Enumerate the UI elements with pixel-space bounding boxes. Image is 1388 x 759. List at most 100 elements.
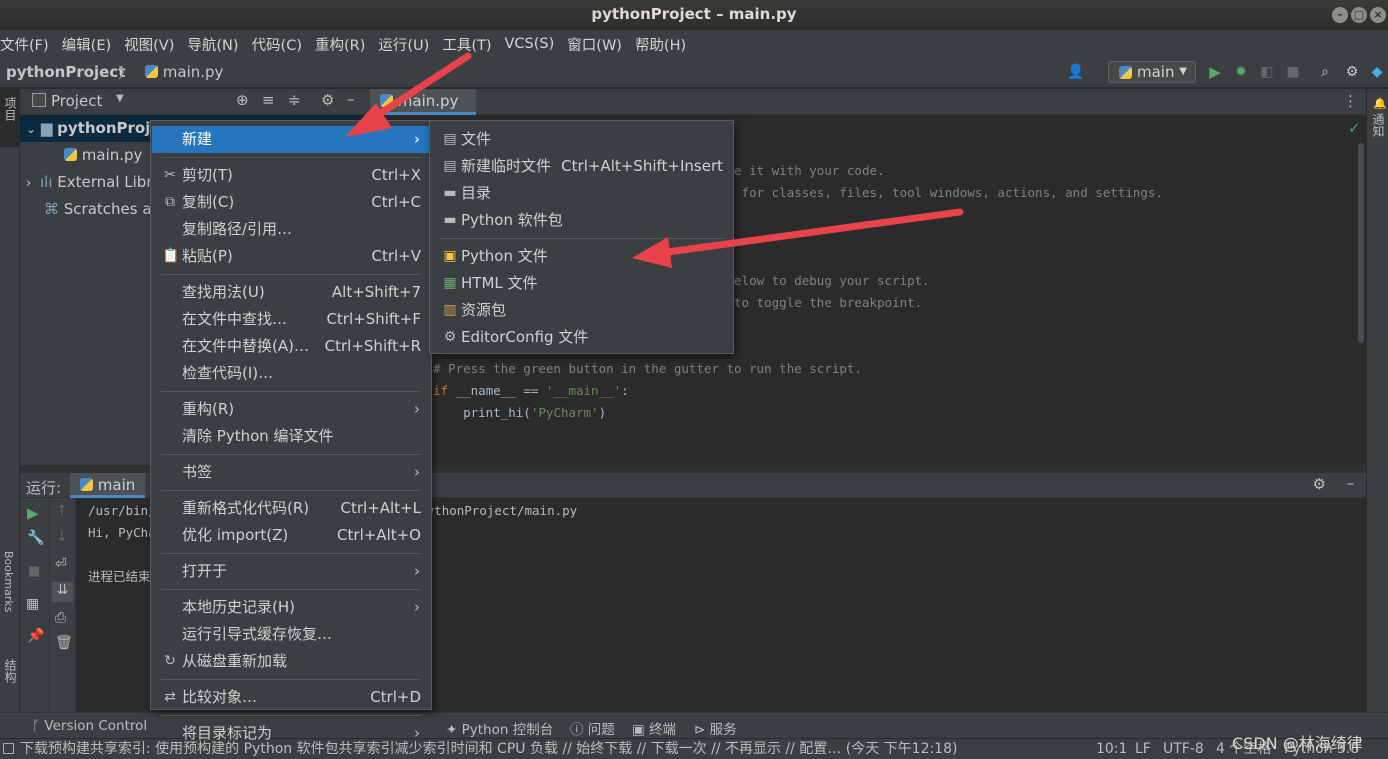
expand-all-icon[interactable]: ≡ xyxy=(262,91,275,109)
context-menu-item[interactable]: 检查代码(I)… xyxy=(152,360,430,387)
submenu-item[interactable]: ▥ 资源包 xyxy=(431,297,733,324)
tool-windows-icon[interactable] xyxy=(3,743,14,754)
submenu-item[interactable]: ▣ Python 文件 xyxy=(431,243,733,270)
chevron-down-icon[interactable]: ▼ xyxy=(116,93,124,104)
minimize-icon[interactable]: – xyxy=(1332,7,1348,23)
services-icon: ⊳ xyxy=(694,722,706,738)
context-menu-item[interactable]: 将目录标记为 › xyxy=(152,720,430,747)
context-menu-item[interactable]: 查找用法(U) Alt+Shift+7 xyxy=(152,279,430,306)
editor-tab-main-py[interactable]: main.py × xyxy=(370,89,476,133)
context-menu-item[interactable]: 复制路径/引用… xyxy=(152,216,430,243)
submenu-item[interactable]: ▦ HTML 文件 xyxy=(431,270,733,297)
breadcrumb-file[interactable]: main.py xyxy=(145,63,223,81)
submenu-item[interactable]: ▤ 新建临时文件 Ctrl+Alt+Shift+Insert xyxy=(431,153,733,180)
services-tab[interactable]: ⊳ 服务 xyxy=(694,718,737,738)
notifications-tool-button[interactable]: 通知 xyxy=(1370,113,1387,137)
chevron-down-icon[interactable]: ⌄ xyxy=(20,122,36,136)
wrench-icon[interactable]: 🔧 xyxy=(27,530,44,546)
problems-tab[interactable]: ⓘ 问题 xyxy=(570,718,615,738)
menu-item[interactable]: 窗口(W) xyxy=(567,34,629,55)
context-menu-item[interactable]: 重新格式化代码(R) Ctrl+Alt+L xyxy=(152,495,430,522)
coverage-icon[interactable]: ◧ xyxy=(1259,64,1275,80)
print-icon[interactable]: ⎙ xyxy=(55,610,66,626)
submenu-item[interactable]: ⚙ EditorConfig 文件 xyxy=(431,324,733,351)
account-icon[interactable]: 👤 xyxy=(1064,64,1088,80)
run-tab-main[interactable]: main xyxy=(70,473,146,498)
arrow-up-icon[interactable]: ↑ xyxy=(56,503,68,519)
python-console-tab[interactable]: ✦ Python 控制台 xyxy=(446,718,553,738)
context-menu-item[interactable]: ✂ 剪切(T) Ctrl+X xyxy=(152,162,430,189)
menu-item[interactable]: 代码(C) xyxy=(252,34,309,55)
menu-item-shortcut: Ctrl+Alt+O xyxy=(337,526,421,544)
trash-icon[interactable]: 🗑 xyxy=(55,635,73,651)
menu-item[interactable]: 导航(N) xyxy=(187,34,245,55)
hide-icon[interactable]: – xyxy=(347,90,355,108)
context-menu-item[interactable]: 清除 Python 编译文件 xyxy=(152,423,430,450)
search-icon[interactable]: ⌕ xyxy=(1317,64,1333,80)
caret-position[interactable]: 10:1 xyxy=(1096,739,1127,759)
soft-wrap-icon[interactable]: ⏎ xyxy=(55,556,67,572)
close-icon[interactable]: × xyxy=(1370,7,1386,23)
submenu-item[interactable]: ▬ Python 软件包 xyxy=(431,207,733,234)
context-menu-item[interactable]: 书签 › xyxy=(152,459,430,486)
maximize-icon[interactable]: □ xyxy=(1351,7,1367,23)
inspection-ok-icon[interactable]: ✓ xyxy=(1348,121,1360,137)
menu-item-label: 复制(C) xyxy=(182,193,235,211)
chevron-right-icon[interactable]: › xyxy=(26,176,31,191)
context-menu-item[interactable]: 重构(R) › xyxy=(152,396,430,423)
arrow-down-icon[interactable]: ↓ xyxy=(56,529,68,545)
menu-item[interactable]: 编辑(E) xyxy=(62,34,118,55)
context-menu-item[interactable]: ⇄ 比较对象… Ctrl+D xyxy=(152,684,430,711)
menu-item[interactable]: 视图(V) xyxy=(124,34,181,55)
context-menu-item[interactable]: 新建 › xyxy=(152,126,430,153)
context-menu-item[interactable]: 运行引导式缓存恢复… xyxy=(152,621,430,648)
context-menu-item[interactable]: ↻ 从磁盘重新加载 xyxy=(152,648,430,675)
menu-item[interactable]: VCS(S) xyxy=(505,36,562,52)
menu-item[interactable]: 运行(U) xyxy=(378,34,436,55)
pin-icon[interactable]: 📌 xyxy=(27,628,44,644)
project-panel-title[interactable]: Project xyxy=(51,92,102,110)
menu-item-icon: ▤ xyxy=(443,131,457,147)
locate-icon[interactable]: ⊕ xyxy=(236,91,249,109)
context-menu-item[interactable]: 在文件中替换(A)… Ctrl+Shift+R xyxy=(152,333,430,360)
menu-item[interactable]: 工具(T) xyxy=(442,34,498,55)
gear-icon[interactable]: ⚙ xyxy=(1344,64,1360,80)
stop-icon[interactable]: ■ xyxy=(28,564,40,579)
plugin-icon[interactable]: ◆ xyxy=(1369,64,1385,80)
bookmarks-tool-button[interactable]: Bookmarks xyxy=(2,551,15,612)
context-menu-item[interactable]: 打开于 › xyxy=(152,558,430,585)
file-encoding[interactable]: UTF-8 xyxy=(1163,739,1204,759)
menu-item[interactable]: 帮助(H) xyxy=(635,34,693,55)
context-menu-item[interactable]: 本地历史记录(H) › xyxy=(152,594,430,621)
run-icon[interactable]: ▶ xyxy=(1207,64,1223,80)
hide-icon[interactable]: – xyxy=(1347,474,1355,492)
menu-item-label: 文件 xyxy=(461,130,492,148)
breadcrumb-project[interactable]: pythonProject xyxy=(6,63,125,81)
rerun-icon[interactable]: ▶ xyxy=(27,504,39,522)
submenu-item[interactable]: ▬ 目录 xyxy=(431,180,733,207)
project-tool-button[interactable]: 项目 xyxy=(2,97,19,121)
editor-scrollbar[interactable] xyxy=(1358,143,1364,343)
terminal-tab[interactable]: ▣ 终端 xyxy=(632,718,676,738)
debug-icon[interactable]: ✹ xyxy=(1233,64,1249,80)
run-configuration-select[interactable]: main ▼ xyxy=(1108,61,1196,83)
menu-item-label: 从磁盘重新加载 xyxy=(182,652,288,670)
menu-item[interactable]: 文件(F) xyxy=(0,34,56,55)
context-menu-item[interactable]: 📋 粘贴(P) Ctrl+V xyxy=(152,243,430,270)
stop-icon[interactable]: ■ xyxy=(1285,64,1301,80)
structure-tool-button[interactable]: 结构 xyxy=(2,659,19,683)
line-separator[interactable]: LF xyxy=(1135,739,1151,759)
menu-item[interactable]: 重构(R) xyxy=(315,34,372,55)
collapse-all-icon[interactable]: ≑ xyxy=(288,91,301,109)
gear-icon[interactable]: ⚙ xyxy=(1313,475,1326,493)
layout-icon[interactable]: ▦ xyxy=(26,596,39,612)
scroll-to-end-icon[interactable]: ⇊ xyxy=(52,582,73,602)
menu-item-label: 重新格式化代码(R) xyxy=(182,499,310,517)
more-options-icon[interactable]: ⋮ xyxy=(1343,92,1358,110)
context-menu-item[interactable]: 在文件中查找… Ctrl+Shift+F xyxy=(152,306,430,333)
context-menu-item[interactable]: 优化 import(Z) Ctrl+Alt+O xyxy=(152,522,430,549)
version-control-tab[interactable]: ᚴ Version Control xyxy=(32,718,147,734)
context-menu-item[interactable]: ⧉ 复制(C) Ctrl+C xyxy=(152,189,430,216)
submenu-item[interactable]: ▤ 文件 xyxy=(431,126,733,153)
gear-icon[interactable]: ⚙ xyxy=(321,91,334,109)
